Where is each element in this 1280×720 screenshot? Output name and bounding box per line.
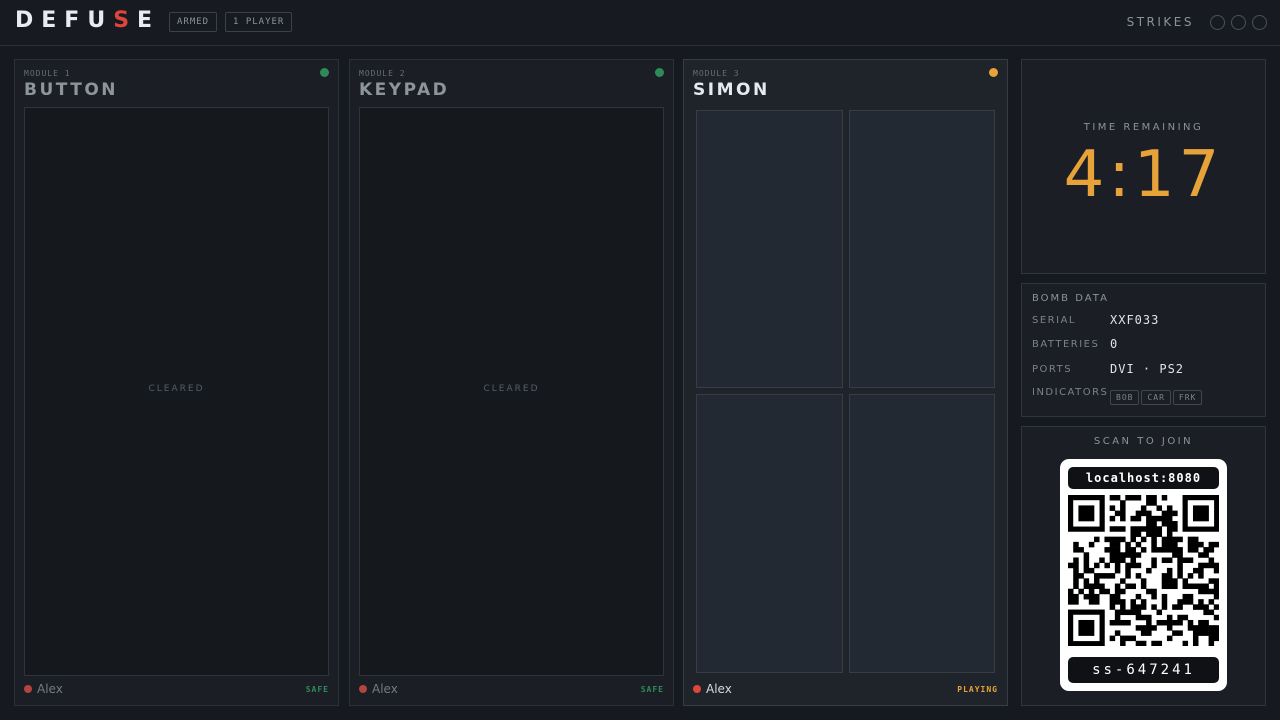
module-status: SAFE: [640, 685, 664, 694]
module-simon: MODULE 3 SIMON Alex PLAYING: [683, 59, 1008, 706]
bomb-data-title: BOMB DATA: [1032, 293, 1109, 304]
strikes-label: STRIKES: [1126, 15, 1194, 29]
strike-indicator: [1252, 15, 1267, 30]
room-code: ss-647241: [1068, 657, 1219, 683]
batteries-value: 0: [1110, 337, 1119, 351]
module-title: KEYPAD: [359, 80, 450, 100]
player-name: Alex: [372, 682, 398, 696]
join-panel: SCAN TO JOIN localhost:8080 ss-647241: [1021, 426, 1266, 706]
module-number: MODULE 3: [693, 69, 740, 78]
module-status-led: [989, 68, 998, 77]
countdown-timer: 4:17: [1063, 138, 1224, 212]
module-player: Alex: [693, 682, 732, 696]
player-dot: [359, 685, 367, 693]
module-player: Alex: [359, 682, 398, 696]
indicator-badge: BOB: [1110, 390, 1140, 405]
qr-code: [1068, 495, 1219, 646]
simon-pad-bottom-right[interactable]: [849, 394, 995, 673]
player-dot: [24, 685, 32, 693]
simon-pad-top-left[interactable]: [696, 110, 843, 388]
player-name: Alex: [37, 682, 63, 696]
module-body: CLEARED: [24, 107, 329, 676]
module-player: Alex: [24, 682, 63, 696]
cleared-label: CLEARED: [483, 384, 540, 394]
cleared-label: CLEARED: [148, 384, 205, 394]
module-button: MODULE 1 BUTTON CLEARED Alex SAFE: [14, 59, 339, 706]
module-status: PLAYING: [957, 685, 998, 694]
strike-indicator: [1210, 15, 1225, 30]
bomb-data-panel: BOMB DATA SERIAL XXF033 BATTERIES 0 PORT…: [1021, 283, 1266, 417]
top-bar: DEFUSE ARMED 1 PLAYER STRIKES: [0, 0, 1280, 46]
simon-pad-grid: [696, 110, 995, 673]
module-title: BUTTON: [24, 80, 119, 100]
qr-card[interactable]: localhost:8080 ss-647241: [1060, 459, 1227, 691]
scan-to-join-label: SCAN TO JOIN: [1093, 436, 1194, 447]
indicator-badge: CAR: [1141, 390, 1171, 405]
serial-label: SERIAL: [1032, 315, 1076, 326]
serial-value: XXF033: [1110, 313, 1160, 327]
module-status: SAFE: [305, 685, 329, 694]
player-dot: [693, 685, 701, 693]
ports-value: DVI · PS2: [1110, 362, 1185, 376]
indicator-badge: FRK: [1172, 390, 1203, 405]
app-logo: DEFUSE: [15, 8, 161, 33]
player-count-badge: 1 PLAYER: [225, 12, 293, 32]
module-body: CLEARED: [359, 107, 664, 676]
timer-panel: TIME REMAINING 4:17: [1021, 59, 1266, 274]
module-title: SIMON: [693, 80, 770, 100]
player-name: Alex: [706, 682, 732, 696]
armed-badge: ARMED: [169, 12, 218, 32]
simon-pad-top-right[interactable]: [849, 110, 995, 388]
batteries-label: BATTERIES: [1032, 339, 1100, 350]
module-number: MODULE 2: [359, 69, 406, 78]
timer-label: TIME REMAINING: [1083, 122, 1204, 133]
simon-pad-bottom-left[interactable]: [696, 394, 843, 673]
host-address: localhost:8080: [1068, 467, 1219, 489]
ports-label: PORTS: [1032, 364, 1073, 375]
indicators-label: INDICATORS: [1032, 387, 1109, 398]
module-status-led: [655, 68, 664, 77]
module-status-led: [320, 68, 329, 77]
module-number: MODULE 1: [24, 69, 71, 78]
strike-indicator: [1231, 15, 1246, 30]
module-keypad: MODULE 2 KEYPAD CLEARED Alex SAFE: [349, 59, 674, 706]
indicator-list: BOB CAR FRK: [1110, 385, 1204, 405]
